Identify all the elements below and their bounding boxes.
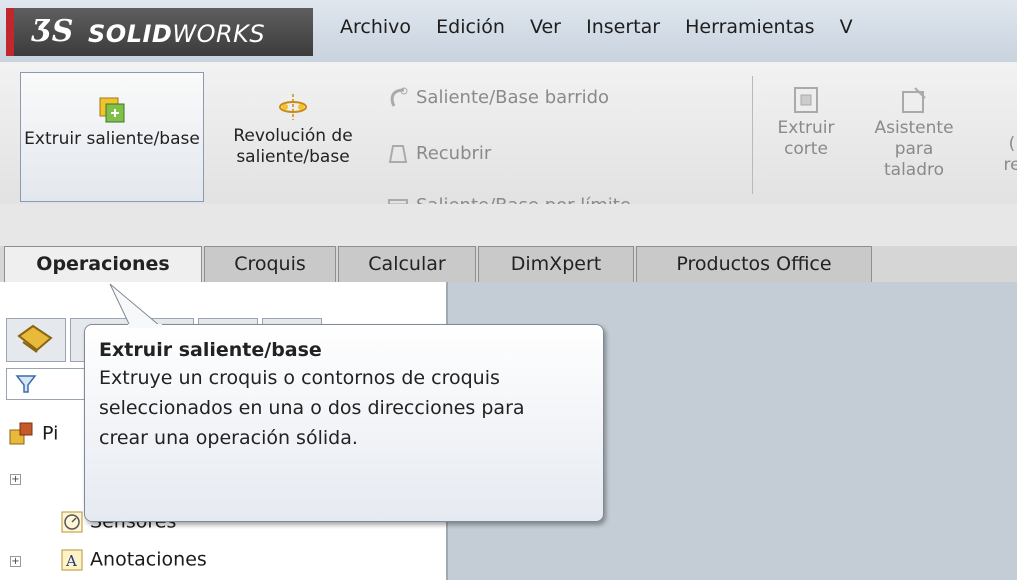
- menu-insertar[interactable]: Insertar: [586, 16, 660, 38]
- tree-item-part-label: Pi: [42, 422, 59, 445]
- title-bar: ƷS SOLIDWORKS Archivo Edición Ver Insert…: [0, 0, 1017, 63]
- sensors-icon: [61, 511, 83, 533]
- tooltip-pointer: [109, 283, 162, 328]
- swept-boss-icon: [390, 87, 408, 107]
- loft-label: Recubrir: [416, 143, 492, 164]
- menu-herramientas[interactable]: Herramientas: [685, 16, 814, 38]
- svg-text:A: A: [65, 552, 77, 570]
- extruded-cut-label: Extruir corte: [777, 118, 835, 159]
- ribbon-separator: [752, 76, 753, 194]
- tree-item-annotations-label: Anotaciones: [90, 548, 207, 571]
- swept-boss-button[interactable]: Saliente/Base barrido: [386, 86, 609, 116]
- menu-bar: Archivo Edición Ver Insertar Herramienta…: [340, 16, 873, 46]
- expand-toggle[interactable]: +: [10, 556, 21, 567]
- extrude-boss-label: Extruir saliente/base: [24, 129, 200, 149]
- app-name: SOLIDWORKS: [88, 20, 266, 48]
- tree-item-part[interactable]: Pi: [8, 420, 58, 448]
- extrude-boss-icon: [99, 97, 125, 123]
- expand-toggle[interactable]: +: [10, 474, 21, 485]
- tab-productos-office[interactable]: Productos Office: [636, 246, 872, 282]
- hole-wizard-label: Asistente para taladro: [874, 118, 954, 180]
- tooltip: Extruir saliente/base Extruye un croquis…: [84, 324, 604, 522]
- loft-icon: [388, 145, 408, 163]
- extruded-cut-icon: [794, 87, 818, 113]
- partial-label-2: re: [1003, 155, 1017, 175]
- revolve-boss-label: Revolución de saliente/base: [233, 126, 353, 167]
- ds-logo-mark: ƷS: [32, 14, 74, 49]
- loft-button[interactable]: Recubrir: [386, 142, 491, 172]
- swept-boss-label: Saliente/Base barrido: [416, 87, 610, 108]
- hole-wizard-icon: [902, 87, 926, 113]
- menu-edicion[interactable]: Edición: [436, 16, 505, 38]
- tab-dimxpert[interactable]: DimXpert: [478, 246, 634, 282]
- tab-calcular[interactable]: Calcular: [338, 246, 476, 282]
- tab-croquis[interactable]: Croquis: [204, 246, 336, 282]
- menu-archivo[interactable]: Archivo: [340, 16, 411, 38]
- solidworks-logo[interactable]: ƷS SOLIDWORKS: [6, 8, 313, 56]
- menu-ver[interactable]: Ver: [530, 16, 561, 38]
- annotations-icon: A: [61, 549, 83, 571]
- partial-ribbon-button[interactable]: ( re: [982, 72, 1017, 176]
- part-icon: [9, 422, 33, 445]
- revolve-boss-button[interactable]: Revolución de saliente/base: [208, 72, 378, 168]
- tab-operaciones[interactable]: Operaciones: [4, 246, 202, 282]
- command-manager: Extruir saliente/base Revolución de sali…: [0, 62, 1017, 216]
- tooltip-body: Extruye un croquis o contornos de croqui…: [99, 367, 525, 449]
- menu-partial[interactable]: V: [840, 16, 853, 38]
- extruded-cut-button[interactable]: Extruir corte: [756, 72, 856, 160]
- featuremanager-tab[interactable]: [6, 318, 66, 362]
- tree-item-annotations[interactable]: A Anotaciones: [60, 548, 207, 572]
- tooltip-title: Extruir saliente/base: [99, 339, 322, 361]
- hole-wizard-button[interactable]: Asistente para taladro: [862, 72, 966, 181]
- filter-icon: [15, 375, 37, 393]
- partial-label-1: (: [1008, 134, 1016, 154]
- extrude-boss-button[interactable]: Extruir saliente/base: [20, 72, 204, 202]
- ribbon-footer: [0, 204, 1017, 248]
- featuremanager-icon: [17, 324, 53, 353]
- revolve-boss-icon: [279, 94, 307, 120]
